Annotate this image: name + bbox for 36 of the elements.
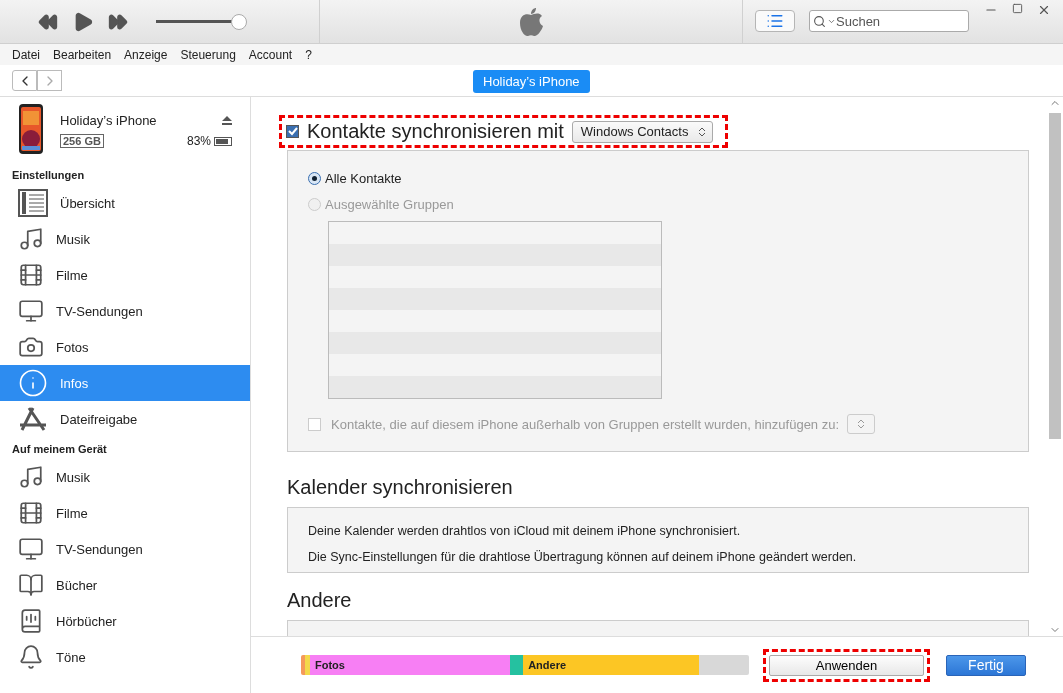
device-name: Holiday’s iPhone [60, 113, 157, 128]
sidebar-item[interactable]: Bücher [0, 567, 250, 603]
sidebar-section-title: Einstellungen [11, 168, 86, 183]
menu-item[interactable]: Datei [12, 47, 40, 62]
section-title: Kalender synchronisieren [287, 476, 514, 499]
info-text: Deine Kalender werden drahtlos von iCloud mit deinem iPhone synchronisiert. [308, 524, 742, 538]
sidebar-item[interactable]: Musik [0, 459, 250, 495]
menu-item[interactable]: Bearbeiten [53, 47, 112, 62]
sidebar-item[interactable]: Fotos [0, 329, 250, 365]
sidebar-item[interactable]: Hörbücher [0, 603, 250, 639]
battery-percent: 83% [186, 134, 211, 148]
sidebar-item[interactable]: Musik [0, 221, 250, 257]
source-dropdown[interactable]: Windows Contacts [571, 120, 714, 143]
search-field[interactable]: Suchen [809, 10, 969, 32]
menu-item[interactable]: ? [305, 47, 312, 62]
radio-option[interactable]: Alle Kontakte [308, 165, 1008, 191]
sidebar-item[interactable]: Filme [0, 495, 250, 531]
sync-label: Kontakte synchronisieren mit [307, 120, 564, 143]
storage-segment: Andere [523, 655, 700, 675]
sidebar-item[interactable]: Dateifreigabe [0, 401, 250, 437]
info-text: Die Sync-Einstellungen für die drahtlose Übertragung können auf deinem iPhone geändert werden. [308, 550, 858, 564]
section-title: Andere [287, 589, 353, 612]
menu-item[interactable]: Anzeige [124, 47, 168, 62]
sidebar-item[interactable]: Töne [0, 639, 250, 675]
done-button[interactable]: Fertig [946, 654, 1026, 676]
add-option-label: Kontakte, die auf diesem iPhone außerhalb von Gruppen erstellt wurden, hinzufügen zu: [331, 416, 840, 432]
sidebar-item[interactable]: TV-Sendungen [0, 293, 250, 329]
menu-item[interactable]: Steuerung [180, 47, 236, 62]
sidebar-item[interactable]: TV-Sendungen [0, 531, 250, 567]
sidebar-section-title: Auf meinem Gerät [11, 442, 108, 457]
capacity-label: 256 GB [60, 134, 104, 148]
apply-button[interactable]: Anwenden [769, 654, 924, 676]
sidebar-item[interactable]: Filme [0, 257, 250, 293]
sidebar-item[interactable]: Übersicht [0, 185, 250, 221]
storage-segment: Fotos [309, 655, 510, 675]
menu-item[interactable]: Account [248, 47, 293, 62]
